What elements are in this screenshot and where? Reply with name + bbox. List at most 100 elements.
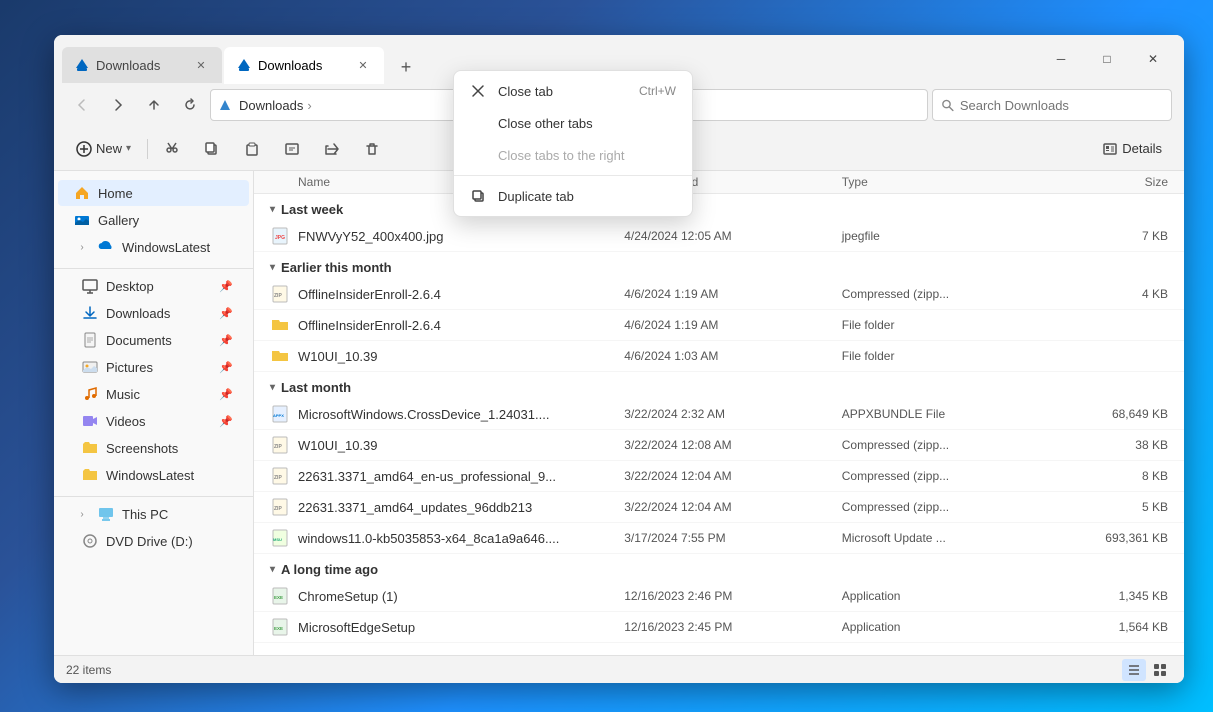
file-row[interactable]: ZIP 22631.3371_amd64_en-us_professional_…	[254, 461, 1184, 492]
file-row[interactable]: EXE ChromeSetup (1) 12/16/2023 2:46 PM A…	[254, 581, 1184, 612]
pin-icon-5: 📌	[219, 388, 233, 401]
file-row[interactable]: EXE MicrosoftEdgeSetup 12/16/2023 2:45 P…	[254, 612, 1184, 643]
file-type: File folder	[842, 318, 1060, 332]
file-row[interactable]: ZIP OfflineInsiderEnroll-2.6.4 4/6/2024 …	[254, 279, 1184, 310]
file-row[interactable]: ZIP W10UI_10.39 3/22/2024 12:08 AM Compr…	[254, 430, 1184, 461]
file-date: 3/22/2024 12:08 AM	[624, 438, 842, 452]
file-row[interactable]: APPX MicrosoftWindows.CrossDevice_1.2403…	[254, 399, 1184, 430]
sidebar-item-downloads[interactable]: Downloads 📌	[58, 300, 249, 326]
sidebar-item-videos[interactable]: Videos 📌	[58, 408, 249, 434]
cut-button[interactable]	[154, 133, 190, 165]
sidebar-label-desktop: Desktop	[106, 279, 154, 294]
group-long-time-ago[interactable]: ▾ A long time ago	[254, 554, 1184, 581]
svg-text:MSU: MSU	[273, 537, 282, 542]
tiles-view-button[interactable]	[1148, 659, 1172, 681]
main-content: Home Gallery › WindowsLatest	[54, 171, 1184, 655]
file-name: OfflineInsiderEnroll-2.6.4	[298, 318, 624, 333]
file-name: 22631.3371_amd64_updates_96ddb213	[298, 500, 624, 515]
group-earlier-this-month[interactable]: ▾ Earlier this month	[254, 252, 1184, 279]
refresh-button[interactable]	[174, 89, 206, 121]
group-last-month[interactable]: ▾ Last month	[254, 372, 1184, 399]
file-type: File folder	[842, 349, 1060, 363]
delete-button[interactable]	[354, 133, 390, 165]
sidebar-item-music[interactable]: Music 📌	[58, 381, 249, 407]
details-button[interactable]: Details	[1092, 133, 1172, 165]
sidebar-item-dvd[interactable]: DVD Drive (D:)	[58, 528, 249, 554]
file-row[interactable]: W10UI_10.39 4/6/2024 1:03 AM File folder	[254, 341, 1184, 372]
copy-icon	[204, 141, 220, 157]
sidebar-item-gallery[interactable]: Gallery	[58, 207, 249, 233]
new-tab-button[interactable]: +	[390, 51, 422, 83]
col-header-type[interactable]: Type	[842, 175, 1060, 189]
documents-icon	[82, 332, 98, 348]
group-chevron: ▾	[270, 204, 275, 215]
sidebar-label-dvd: DVD Drive (D:)	[106, 534, 193, 549]
file-name: 22631.3371_amd64_en-us_professional_9...	[298, 469, 624, 484]
breadcrumb-chevron: ›	[307, 98, 311, 113]
menu-label-close-others: Close other tabs	[498, 116, 593, 131]
file-date: 12/16/2023 2:45 PM	[624, 620, 842, 634]
status-bar: 22 items	[54, 655, 1184, 683]
sidebar-item-screenshots[interactable]: Screenshots	[58, 435, 249, 461]
up-button[interactable]	[138, 89, 170, 121]
rename-icon	[284, 141, 300, 157]
pin-icon-2: 📌	[219, 307, 233, 320]
tab-1[interactable]: Downloads ✕	[62, 47, 222, 83]
sidebar-item-windows-latest[interactable]: › WindowsLatest	[58, 234, 249, 260]
sidebar-item-documents[interactable]: Documents 📌	[58, 327, 249, 353]
videos-icon	[82, 413, 98, 429]
pictures-icon	[82, 359, 98, 375]
dvd-icon	[82, 533, 98, 549]
file-name: windows11.0-kb5035853-x64_8ca1a9a646....	[298, 531, 624, 546]
sidebar-label-documents: Documents	[106, 333, 172, 348]
window-controls: ─ □ ✕	[1038, 43, 1176, 75]
menu-item-close-other-tabs[interactable]: Close other tabs	[454, 107, 692, 139]
file-icon-jpg: JPG	[270, 226, 290, 246]
sidebar-item-this-pc[interactable]: › This PC	[58, 501, 249, 527]
menu-label-close-right: Close tabs to the right	[498, 148, 624, 163]
forward-button[interactable]	[102, 89, 134, 121]
menu-item-close-tab[interactable]: Close tab Ctrl+W	[454, 75, 692, 107]
tab-2-close[interactable]: ✕	[354, 56, 372, 74]
paste-icon	[244, 141, 260, 157]
sidebar-item-desktop[interactable]: Desktop 📌	[58, 273, 249, 299]
share-button[interactable]	[314, 133, 350, 165]
group-chevron-2: ▾	[270, 262, 275, 273]
new-button[interactable]: New ▾	[66, 133, 141, 165]
search-box[interactable]	[932, 89, 1172, 121]
list-view-button[interactable]	[1122, 659, 1146, 681]
search-input[interactable]	[960, 98, 1163, 113]
minimize-button[interactable]: ─	[1038, 43, 1084, 75]
file-row[interactable]: OfflineInsiderEnroll-2.6.4 4/6/2024 1:19…	[254, 310, 1184, 341]
file-name: FNWVyY52_400x400.jpg	[298, 229, 624, 244]
menu-item-duplicate-tab[interactable]: Duplicate tab	[454, 180, 692, 212]
downloads-icon	[82, 305, 98, 321]
paste-button[interactable]	[234, 133, 270, 165]
file-row[interactable]: ZIP 22631.3371_amd64_updates_96ddb213 3/…	[254, 492, 1184, 523]
file-row[interactable]: MSU windows11.0-kb5035853-x64_8ca1a9a646…	[254, 523, 1184, 554]
sidebar-item-pictures[interactable]: Pictures 📌	[58, 354, 249, 380]
svg-text:ZIP: ZIP	[274, 444, 282, 450]
file-icon-app-1: EXE	[270, 586, 290, 606]
tab-1-close[interactable]: ✕	[192, 56, 210, 74]
col-header-size[interactable]: Size	[1059, 175, 1168, 189]
sidebar-item-windows-latest2[interactable]: WindowsLatest	[58, 462, 249, 488]
menu-label-close-tab: Close tab	[498, 84, 553, 99]
group-chevron-4: ▾	[270, 564, 275, 575]
sidebar-item-home[interactable]: Home	[58, 180, 249, 206]
file-size: 1,564 KB	[1059, 620, 1168, 634]
rename-button[interactable]	[274, 133, 310, 165]
sidebar-label-windows-latest2: WindowsLatest	[106, 468, 194, 483]
group-last-week[interactable]: ▾ Last week	[254, 194, 1184, 221]
close-button[interactable]: ✕	[1130, 43, 1176, 75]
file-size: 5 KB	[1059, 500, 1168, 514]
file-size: 38 KB	[1059, 438, 1168, 452]
maximize-button[interactable]: □	[1084, 43, 1130, 75]
tab-2[interactable]: Downloads ✕	[224, 47, 384, 83]
this-pc-expand-icon[interactable]: ›	[74, 506, 90, 522]
copy-button[interactable]	[194, 133, 230, 165]
expand-icon[interactable]: ›	[74, 239, 90, 255]
back-button[interactable]	[66, 89, 98, 121]
group-label-earlier: Earlier this month	[281, 260, 392, 275]
file-row[interactable]: JPG FNWVyY52_400x400.jpg 4/24/2024 12:05…	[254, 221, 1184, 252]
